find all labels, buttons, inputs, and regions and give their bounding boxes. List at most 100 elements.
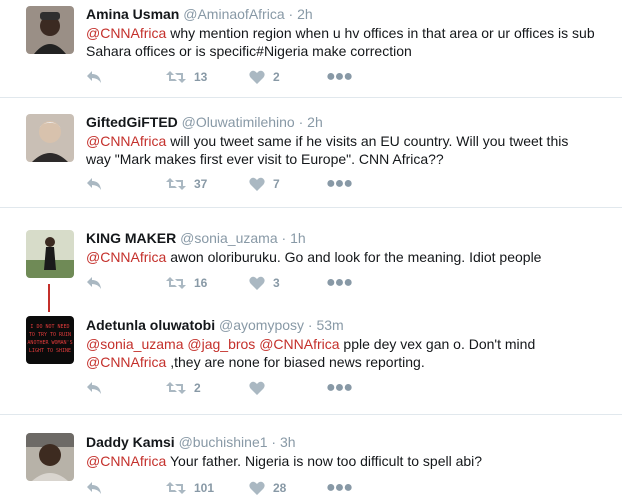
like-button[interactable] [249,381,265,395]
mention-link[interactable]: @CNNAfrica [86,25,166,41]
tweet-actions: 13 2 ●●● [86,69,386,90]
display-name[interactable]: GiftedGiFTED [86,114,178,130]
tweet[interactable]: I DO NOT NEED TO TRY TO RUIN ANOTHER WOM… [0,300,622,410]
avatar[interactable] [26,114,74,162]
retweet-button[interactable]: 37 [166,177,207,191]
mention-link[interactable]: @CNNAfrica [259,336,339,352]
svg-text:I DO NOT NEED: I DO NOT NEED [30,324,69,330]
tweet-header: Amina Usman @AminaofAfrica · 2h [86,5,313,23]
user-handle[interactable]: @buchishine1 [179,434,268,450]
avatar[interactable] [26,230,74,278]
retweet-icon [166,177,186,191]
reply-button[interactable] [86,481,102,495]
retweet-button[interactable]: 16 [166,276,207,290]
user-handle[interactable]: @ayomyposy [219,317,304,333]
user-handle[interactable]: @sonia_uzama [180,230,278,246]
more-icon: ●●● [326,379,353,396]
reply-button[interactable] [86,177,102,191]
heart-icon [249,381,265,395]
more-button[interactable]: ●●● [326,69,353,85]
separator-dot: · [288,6,294,22]
tweet-header: GiftedGiFTED @Oluwatimilehino · 2h [86,113,323,131]
heart-icon [249,276,265,290]
more-button[interactable]: ●●● [326,175,353,192]
tweet[interactable]: GiftedGiFTED @Oluwatimilehino · 2h @CNNA… [0,98,622,206]
more-button[interactable]: ●●● [326,274,353,291]
tweet-text-fragment: pple dey vex gan o. Don't mind [339,336,536,352]
timestamp[interactable]: 1h [290,230,306,246]
more-button[interactable]: ●●● [326,379,353,396]
display-name[interactable]: Amina Usman [86,6,179,22]
tweet[interactable]: Daddy Kamsi @buchishine1 · 3h @CNNAfrica… [0,415,622,500]
tweet-text-fragment: awon oloriburuku. Go and look for the me… [166,249,542,265]
tweet[interactable]: KING MAKER @sonia_uzama · 1h @CNNAfrica … [0,208,622,300]
reply-button[interactable] [86,276,102,290]
like-button[interactable]: 28 [249,481,286,495]
retweet-count: 2 [194,381,201,395]
separator-dot: · [298,114,304,130]
more-button[interactable]: ●●● [326,479,353,496]
like-button[interactable]: 7 [249,177,280,191]
tweet-text-fragment: Your father. Nigeria is now too difficul… [166,453,483,469]
like-count: 7 [273,177,280,191]
like-button[interactable]: 3 [249,276,280,290]
tweet-actions: 101 28 ●●● [86,479,386,501]
display-name[interactable]: Daddy Kamsi [86,434,175,450]
more-icon: ●●● [326,479,353,496]
like-count: 28 [273,481,287,495]
svg-text:TO TRY TO RUIN: TO TRY TO RUIN [29,332,71,338]
retweet-count: 13 [194,70,208,84]
reply-icon [86,381,102,395]
tweet-header: Daddy Kamsi @buchishine1 · 3h [86,433,296,451]
separator-dot: · [271,434,277,450]
retweet-button[interactable]: 101 [166,481,214,495]
mention-link[interactable]: @CNNAfrica [86,249,166,265]
tweet-text: @CNNAfrica awon oloriburuku. Go and look… [86,248,596,266]
like-count: 2 [273,70,280,84]
display-name[interactable]: KING MAKER [86,230,176,246]
timestamp[interactable]: 2h [307,114,323,130]
timestamp[interactable]: 3h [280,434,296,450]
svg-text:ANOTHER WOMAN'S: ANOTHER WOMAN'S [27,340,72,346]
heart-icon [249,70,265,84]
more-icon: ●●● [326,274,353,291]
like-count: 3 [273,276,280,290]
display-name[interactable]: Adetunla oluwatobi [86,317,215,333]
svg-text:LIGHT TO SHINE: LIGHT TO SHINE [29,348,71,354]
retweet-icon [166,70,186,84]
user-handle[interactable]: @AminaofAfrica [183,6,284,22]
retweet-count: 16 [194,276,208,290]
tweet-actions: 16 3 ●●● [86,274,386,296]
reply-icon [86,481,102,495]
mention-link[interactable]: @jag_bros [187,336,255,352]
tweet-actions: 37 7 ●●● [86,175,386,197]
user-handle[interactable]: @Oluwatimilehino [182,114,295,130]
reply-icon [86,70,102,84]
reply-button[interactable] [86,70,102,84]
mention-link[interactable]: @CNNAfrica [86,354,166,370]
reply-icon [86,276,102,290]
mention-link[interactable]: @CNNAfrica [86,133,166,149]
retweet-button[interactable]: 2 [166,381,201,395]
reply-button[interactable] [86,381,102,395]
tweet[interactable]: Amina Usman @AminaofAfrica · 2h @CNNAfri… [0,0,622,96]
avatar[interactable]: I DO NOT NEED TO TRY TO RUIN ANOTHER WOM… [26,316,74,364]
more-icon: ●●● [326,175,353,192]
mention-link[interactable]: @sonia_uzama [86,336,184,352]
avatar[interactable] [26,6,74,54]
retweet-button[interactable]: 13 [166,70,207,84]
tweet-actions: 2 ●●● [86,379,386,401]
retweet-icon [166,381,186,395]
separator-dot: · [307,317,313,333]
tweet-text-fragment: ,they are none for biased news reporting… [166,354,425,370]
like-button[interactable]: 2 [249,70,280,84]
heart-icon [249,481,265,495]
mention-link[interactable]: @CNNAfrica [86,453,166,469]
retweet-icon [166,481,186,495]
timestamp[interactable]: 2h [297,6,313,22]
avatar[interactable] [26,433,74,481]
retweet-icon [166,276,186,290]
timestamp[interactable]: 53m [316,317,343,333]
tweet-header: KING MAKER @sonia_uzama · 1h [86,229,306,247]
tweet-text: @CNNAfrica why mention region when u hv … [86,24,596,60]
